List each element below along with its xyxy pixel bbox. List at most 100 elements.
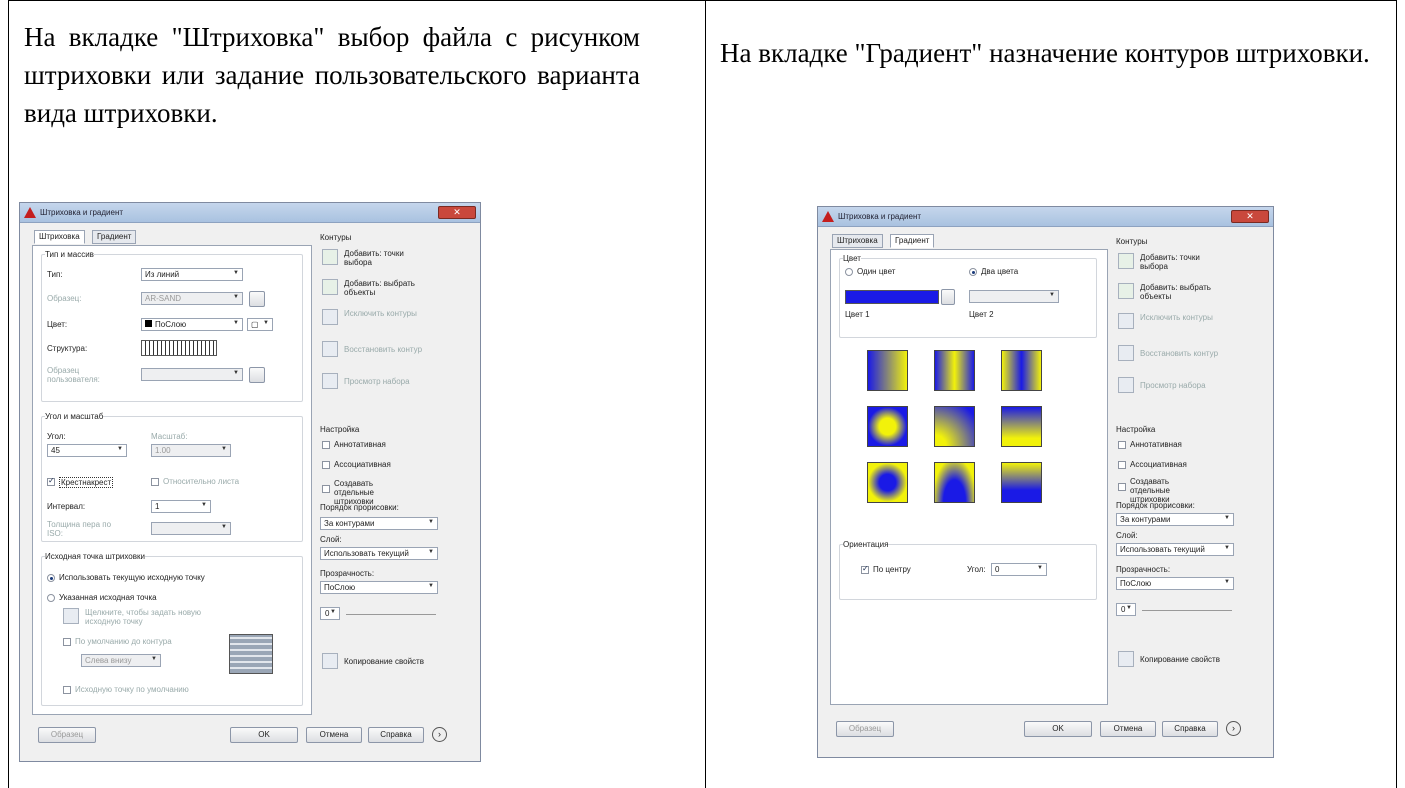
position-combo[interactable]: Слева внизу [81,654,161,667]
color2-combo[interactable] [969,290,1059,303]
inherit-properties-icon[interactable] [1118,651,1134,667]
gradient-spherical-swatch[interactable] [867,406,908,447]
close-icon[interactable]: ✕ [438,206,476,219]
remove-boundaries-label[interactable]: Исключить контуры [1140,313,1224,322]
add-pick-points-icon[interactable] [322,249,338,265]
view-selections-icon[interactable] [322,373,338,389]
view-selections-icon[interactable] [1118,377,1134,393]
layer-combo[interactable]: Использовать текущий [1116,543,1234,556]
tab-hatch[interactable]: Штриховка [34,230,85,244]
gradient-invspherical-swatch[interactable] [867,462,908,503]
gradient-invhemispherical-swatch[interactable] [934,462,975,503]
specified-origin-radio[interactable] [47,594,55,602]
gradient-invcylinder-swatch[interactable] [1001,350,1042,391]
associative-checkbox[interactable] [322,461,330,469]
default-boundary-checkbox[interactable] [63,638,71,646]
pattern-combo[interactable]: AR-SAND [141,292,243,305]
help-button[interactable]: Справка [1162,721,1218,737]
separate-hatches-checkbox[interactable] [1118,483,1126,491]
more-options-icon[interactable]: › [432,727,447,742]
color1-swatch[interactable] [845,290,939,304]
preview-button[interactable]: Образец [38,727,96,743]
color1-browse-button[interactable] [941,289,955,305]
ok-button[interactable]: OK [1024,721,1092,737]
inherit-properties-label[interactable]: Копирование свойств [344,657,424,666]
remove-boundaries-label[interactable]: Исключить контуры [344,309,428,318]
transparency-value-field[interactable]: 0 [1116,603,1136,616]
draw-order-combo[interactable]: За контурами [320,517,438,530]
one-color-radio[interactable] [845,268,853,276]
pattern-browse-button[interactable] [249,291,265,307]
recreate-boundary-icon[interactable] [1118,345,1134,361]
annotative-checkbox[interactable] [1118,441,1126,449]
transparency-slider[interactable] [346,614,436,615]
cancel-button[interactable]: Отмена [306,727,362,743]
recreate-boundary-label[interactable]: Восстановить контур [1140,349,1218,358]
preview-button[interactable]: Образец [836,721,894,737]
separate-hatches-checkbox[interactable] [322,485,330,493]
centered-checkbox[interactable] [861,564,869,574]
annotative-checkbox[interactable] [322,441,330,449]
recreate-boundary-icon[interactable] [322,341,338,357]
associative-checkbox[interactable] [1118,461,1126,469]
help-button[interactable]: Справка [368,727,424,743]
inherit-properties-label[interactable]: Копирование свойств [1140,655,1220,664]
transparency-value-field[interactable]: 0 [320,607,340,620]
type-combo[interactable]: Из линий [141,268,243,281]
tab-hatch[interactable]: Штриховка [832,234,883,248]
gradient-cylinder-swatch[interactable] [934,350,975,391]
layer-combo[interactable]: Использовать текущий [320,547,438,560]
background-color-combo[interactable]: ▢ [247,318,273,331]
gradient-invcurved-swatch[interactable] [1001,462,1042,503]
cancel-button[interactable]: Отмена [1100,721,1156,737]
recreate-boundary-label[interactable]: Восстановить контур [344,345,422,354]
cross-checkbox[interactable] [47,476,55,486]
gradient-curved-swatch[interactable] [1001,406,1042,447]
add-pick-points-label[interactable]: Добавить: точки выбора [1140,253,1224,271]
remove-boundaries-icon[interactable] [322,309,338,325]
add-select-objects-label[interactable]: Добавить: выбрать объекты [1140,283,1224,301]
ok-button[interactable]: OK [230,727,298,743]
view-selections-label[interactable]: Просмотр набора [344,377,410,386]
column-separator [705,0,706,788]
remove-boundaries-icon[interactable] [1118,313,1134,329]
interval-field[interactable]: 1 [151,500,211,513]
add-select-objects-icon[interactable] [1118,283,1134,299]
scale-combo[interactable]: 1.00 [151,444,231,457]
relative-checkbox[interactable] [151,478,159,486]
transparency-slider[interactable] [1142,610,1232,611]
tab-gradient[interactable]: Градиент [890,234,935,248]
group-origin-label: Исходная точка штриховки [45,552,145,561]
pen-width-combo[interactable] [151,522,231,535]
add-select-objects-icon[interactable] [322,279,338,295]
color2-label: Цвет 2 [969,310,994,319]
tab-gradient[interactable]: Градиент [92,230,137,244]
add-pick-points-label[interactable]: Добавить: точки выбора [344,249,428,267]
scale-label: Масштаб: [151,432,188,441]
more-options-icon[interactable]: › [1226,721,1241,736]
pick-origin-icon[interactable] [63,608,79,624]
store-default-checkbox[interactable] [63,686,71,694]
gradient-linear-swatch[interactable] [867,350,908,391]
transparency-combo[interactable]: ПоСлою [1116,577,1234,590]
custom-browse-button[interactable] [249,367,265,383]
options-title: Настройка [1116,425,1156,434]
two-color-radio[interactable] [969,268,977,276]
draw-order-combo[interactable]: За контурами [1116,513,1234,526]
transparency-combo[interactable]: ПоСлою [320,581,438,594]
autocad-logo-icon [24,207,36,218]
inherit-properties-icon[interactable] [322,653,338,669]
angle-combo[interactable]: 0 [991,563,1047,576]
add-select-objects-label[interactable]: Добавить: выбрать объекты [344,279,428,297]
color-combo[interactable]: ПоСлою [141,318,243,331]
custom-pattern-combo[interactable] [141,368,243,381]
dialog-titlebar: Штриховка и градиент ✕ [20,203,480,223]
angle-combo[interactable]: 45 [47,444,127,457]
gradient-hemispherical-swatch[interactable] [934,406,975,447]
dialog-title: Штриховка и градиент [40,208,124,217]
pattern-preview[interactable] [141,340,217,356]
add-pick-points-icon[interactable] [1118,253,1134,269]
close-icon[interactable]: ✕ [1231,210,1269,223]
use-current-radio[interactable] [47,574,55,582]
view-selections-label[interactable]: Просмотр набора [1140,381,1206,390]
